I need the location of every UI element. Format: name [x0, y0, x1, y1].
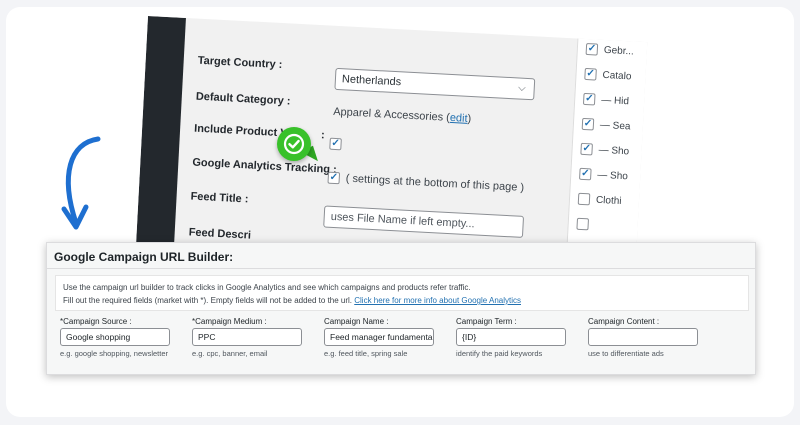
category-checkbox[interactable]: ✓ — [579, 167, 592, 181]
category-label: Clothi — [595, 194, 622, 208]
campaign-term-field: Campaign Term : {ID} identify the paid k… — [456, 317, 578, 358]
divider — [47, 268, 755, 269]
category-checkbox[interactable]: ✓ — [580, 142, 593, 156]
builder-title: Google Campaign URL Builder: — [54, 250, 234, 264]
campaign-term-hint: identify the paid keywords — [456, 349, 543, 358]
info-line-1: Use the campaign url builder to track cl… — [63, 283, 471, 292]
default-category-label: Default Category : — [195, 90, 291, 108]
campaign-content-label: Campaign Content : — [588, 317, 660, 326]
info-line-2: Fill out the required fields (market wit… — [63, 296, 521, 305]
category-label: Gebr... — [603, 44, 635, 58]
category-label: — Hid — [600, 94, 630, 108]
campaign-term-input[interactable]: {ID} — [456, 328, 566, 346]
campaign-term-label: Campaign Term : — [456, 317, 517, 326]
category-checkbox[interactable] — [577, 192, 591, 206]
campaign-source-label: *Campaign Source : — [60, 317, 132, 326]
campaign-medium-input[interactable]: PPC — [192, 328, 302, 346]
feed-title-label: Feed Title : — [190, 190, 249, 206]
feed-title-input[interactable]: uses File Name if left empty... — [323, 205, 525, 238]
builder-info-box: Use the campaign url builder to track cl… — [55, 275, 749, 311]
category-label: — Sho — [596, 169, 629, 183]
campaign-url-builder-panel: Google Campaign URL Builder: Use the cam… — [46, 242, 756, 375]
target-country-label: Target Country : — [197, 54, 283, 72]
category-checkbox[interactable]: ✓ — [582, 92, 596, 106]
campaign-source-input[interactable]: Google shopping — [60, 328, 170, 346]
include-variations-checkbox[interactable]: ✓ — [329, 137, 342, 151]
feed-description-label: Feed Descri — [188, 226, 252, 242]
campaign-source-field: *Campaign Source : Google shopping e.g. … — [60, 317, 182, 358]
category-checkbox[interactable]: ✓ — [585, 42, 599, 56]
analytics-tracking-checkbox[interactable]: ✓ — [327, 171, 341, 185]
campaign-name-input[interactable]: Feed manager fundamentals — [324, 328, 434, 346]
analytics-tracking-note: ( settings at the bottom of this page ) — [345, 172, 525, 194]
default-category-value: Apparel & Accessories (edit) — [332, 105, 472, 126]
analytics-info-link[interactable]: Click here for more info about Google An… — [354, 296, 521, 305]
campaign-content-input[interactable] — [588, 328, 698, 346]
success-check-icon — [277, 127, 311, 161]
category-checkbox[interactable]: ✓ — [584, 67, 597, 81]
campaign-content-field: Campaign Content : use to differentiate … — [588, 317, 710, 358]
target-country-value: Netherlands — [341, 73, 402, 89]
target-country-select[interactable]: Netherlands ⌵ — [334, 67, 536, 101]
campaign-medium-hint: e.g. cpc, banner, email — [192, 349, 268, 358]
campaign-source-hint: e.g. google shopping, newsletter — [60, 349, 168, 358]
campaign-medium-label: *Campaign Medium : — [192, 317, 267, 326]
campaign-name-hint: e.g. feed title, spring sale — [324, 349, 408, 358]
campaign-name-label: Campaign Name : — [324, 317, 389, 326]
campaign-name-field: Campaign Name : Feed manager fundamental… — [324, 317, 446, 358]
edit-category-link[interactable]: edit — [450, 112, 468, 125]
chevron-down-icon: ⌵ — [517, 82, 527, 94]
category-checkbox[interactable]: ✓ — [581, 117, 595, 131]
campaign-content-hint: use to differentiate ads — [588, 349, 664, 358]
category-label: Catalo — [602, 69, 632, 83]
campaign-medium-field: *Campaign Medium : PPC e.g. cpc, banner,… — [192, 317, 314, 358]
category-label: — Sho — [598, 144, 630, 158]
curved-arrow-icon — [61, 136, 101, 230]
category-label: — Sea — [599, 119, 631, 133]
category-checkbox[interactable] — [576, 217, 590, 231]
